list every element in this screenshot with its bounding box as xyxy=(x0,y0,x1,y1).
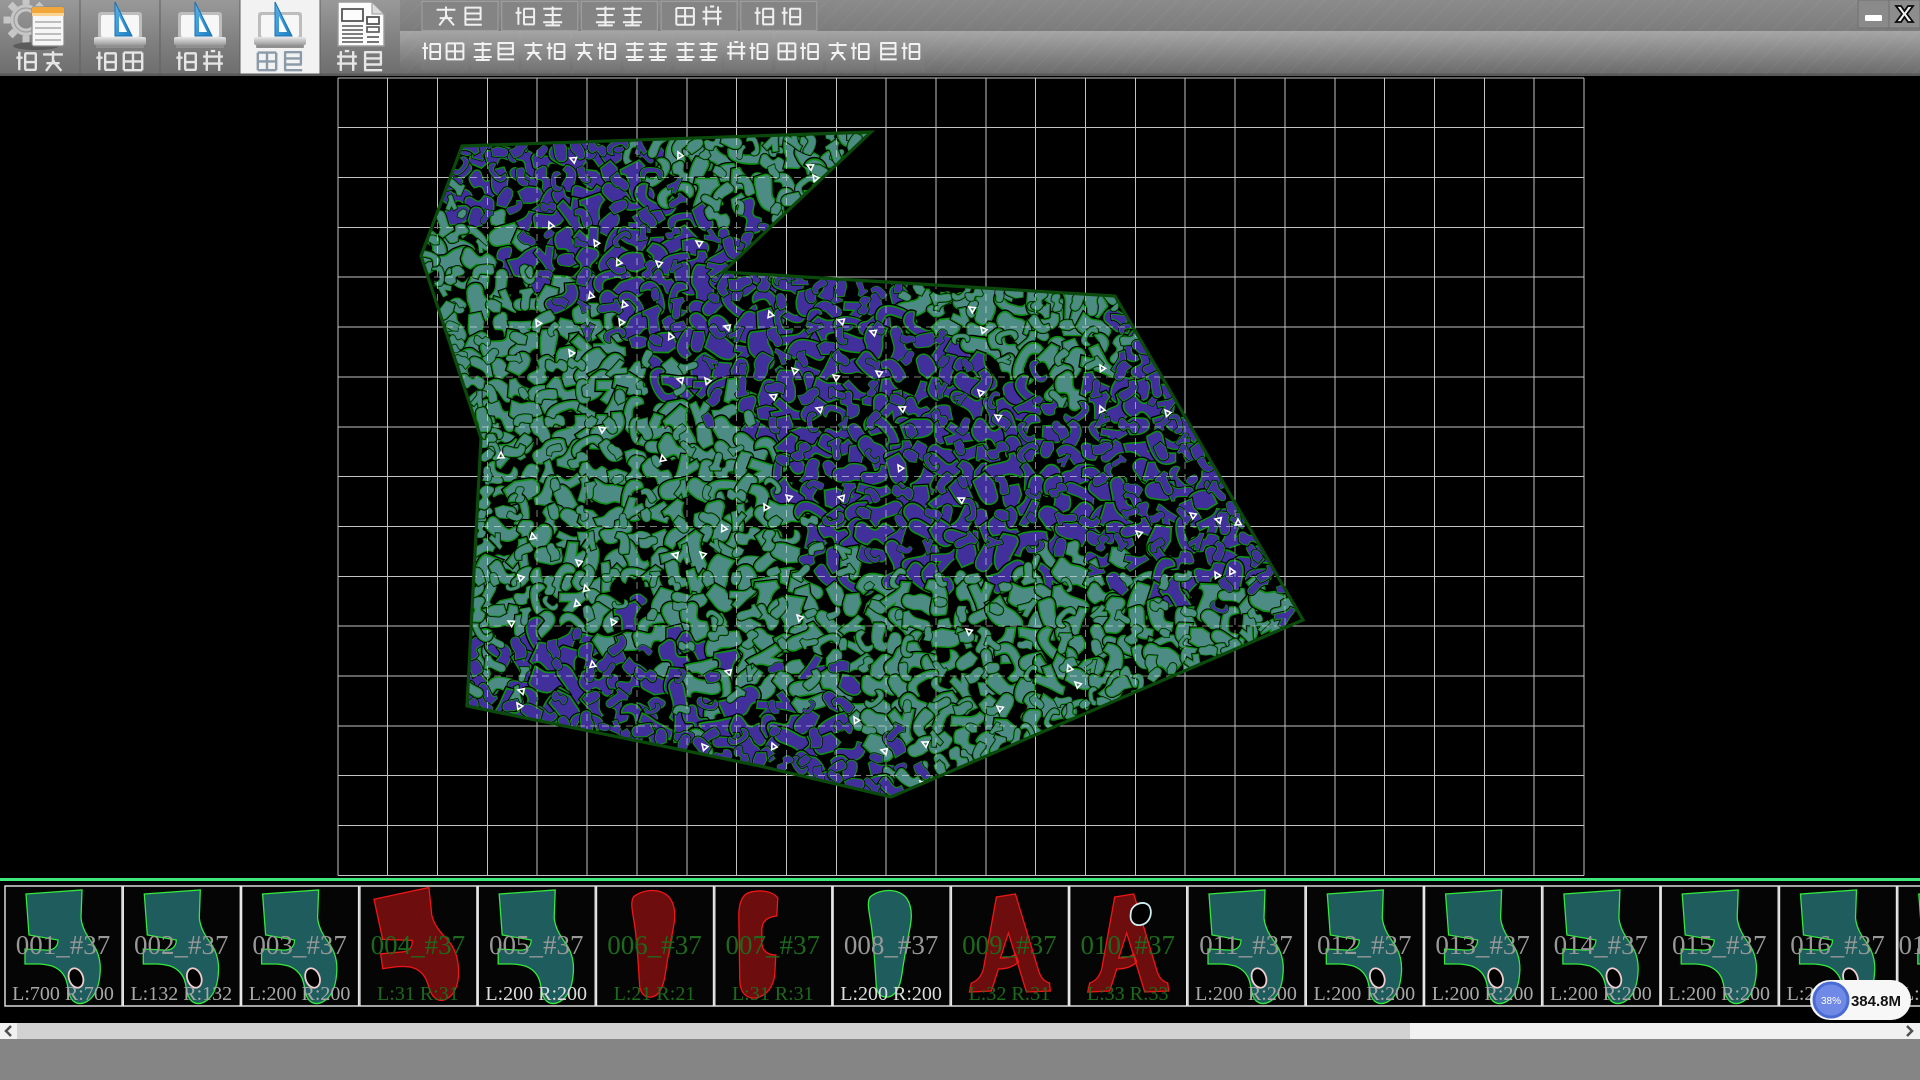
svg-text:013_#37: 013_#37 xyxy=(1435,930,1530,960)
svg-text:L:700 R:700: L:700 R:700 xyxy=(12,983,114,1005)
svg-text:L:200 R:200: L:200 R:200 xyxy=(485,983,587,1005)
svg-text:012_#37: 012_#37 xyxy=(1317,930,1412,960)
svg-text:010_#37: 010_#37 xyxy=(1080,930,1175,960)
svg-text:011_#37: 011_#37 xyxy=(1199,930,1293,960)
svg-text:009_#37: 009_#37 xyxy=(962,930,1057,960)
svg-text:016_#37: 016_#37 xyxy=(1790,930,1885,960)
svg-text:004_#37: 004_#37 xyxy=(371,930,466,960)
svg-text:L:200 R:200: L:200 R:200 xyxy=(249,983,351,1005)
svg-text:014_#37: 014_#37 xyxy=(1554,930,1649,960)
svg-text:L:200 R:200: L:200 R:200 xyxy=(1195,983,1297,1005)
svg-text:006_#37: 006_#37 xyxy=(607,930,702,960)
svg-text:008_#37: 008_#37 xyxy=(844,930,939,960)
svg-text:L:200 R:200: L:200 R:200 xyxy=(840,983,942,1005)
svg-text:001_#37: 001_#37 xyxy=(16,930,111,960)
svg-text:002_#37: 002_#37 xyxy=(134,930,229,960)
svg-text:L:200 R:200: L:200 R:200 xyxy=(1313,983,1415,1005)
svg-text:015_#37: 015_#37 xyxy=(1672,930,1767,960)
svg-text:L:200 R:200: L:200 R:200 xyxy=(1550,983,1652,1005)
svg-text:003_#37: 003_#37 xyxy=(252,930,347,960)
svg-text:L:32 R:31: L:32 R:31 xyxy=(969,983,1051,1005)
svg-text:L:200 R:200: L:200 R:200 xyxy=(1432,983,1534,1005)
svg-text:L:31 R:31: L:31 R:31 xyxy=(732,983,814,1005)
svg-text:017_#37: 017_#37 xyxy=(1899,930,1920,960)
svg-text:384.8M: 384.8M xyxy=(1851,993,1901,1010)
svg-text:007_#37: 007_#37 xyxy=(726,930,821,960)
svg-text:L:200 R:200: L:200 R:200 xyxy=(1668,983,1770,1005)
svg-text:L:132 R:132: L:132 R:132 xyxy=(130,983,232,1005)
svg-text:L:21 R:21: L:21 R:21 xyxy=(614,983,696,1005)
svg-text:005_#37: 005_#37 xyxy=(489,930,584,960)
svg-text:L:33 R:33: L:33 R:33 xyxy=(1087,983,1169,1005)
svg-text:L:31 R:31: L:31 R:31 xyxy=(377,983,459,1005)
svg-text:38%: 38% xyxy=(1821,996,1841,1007)
